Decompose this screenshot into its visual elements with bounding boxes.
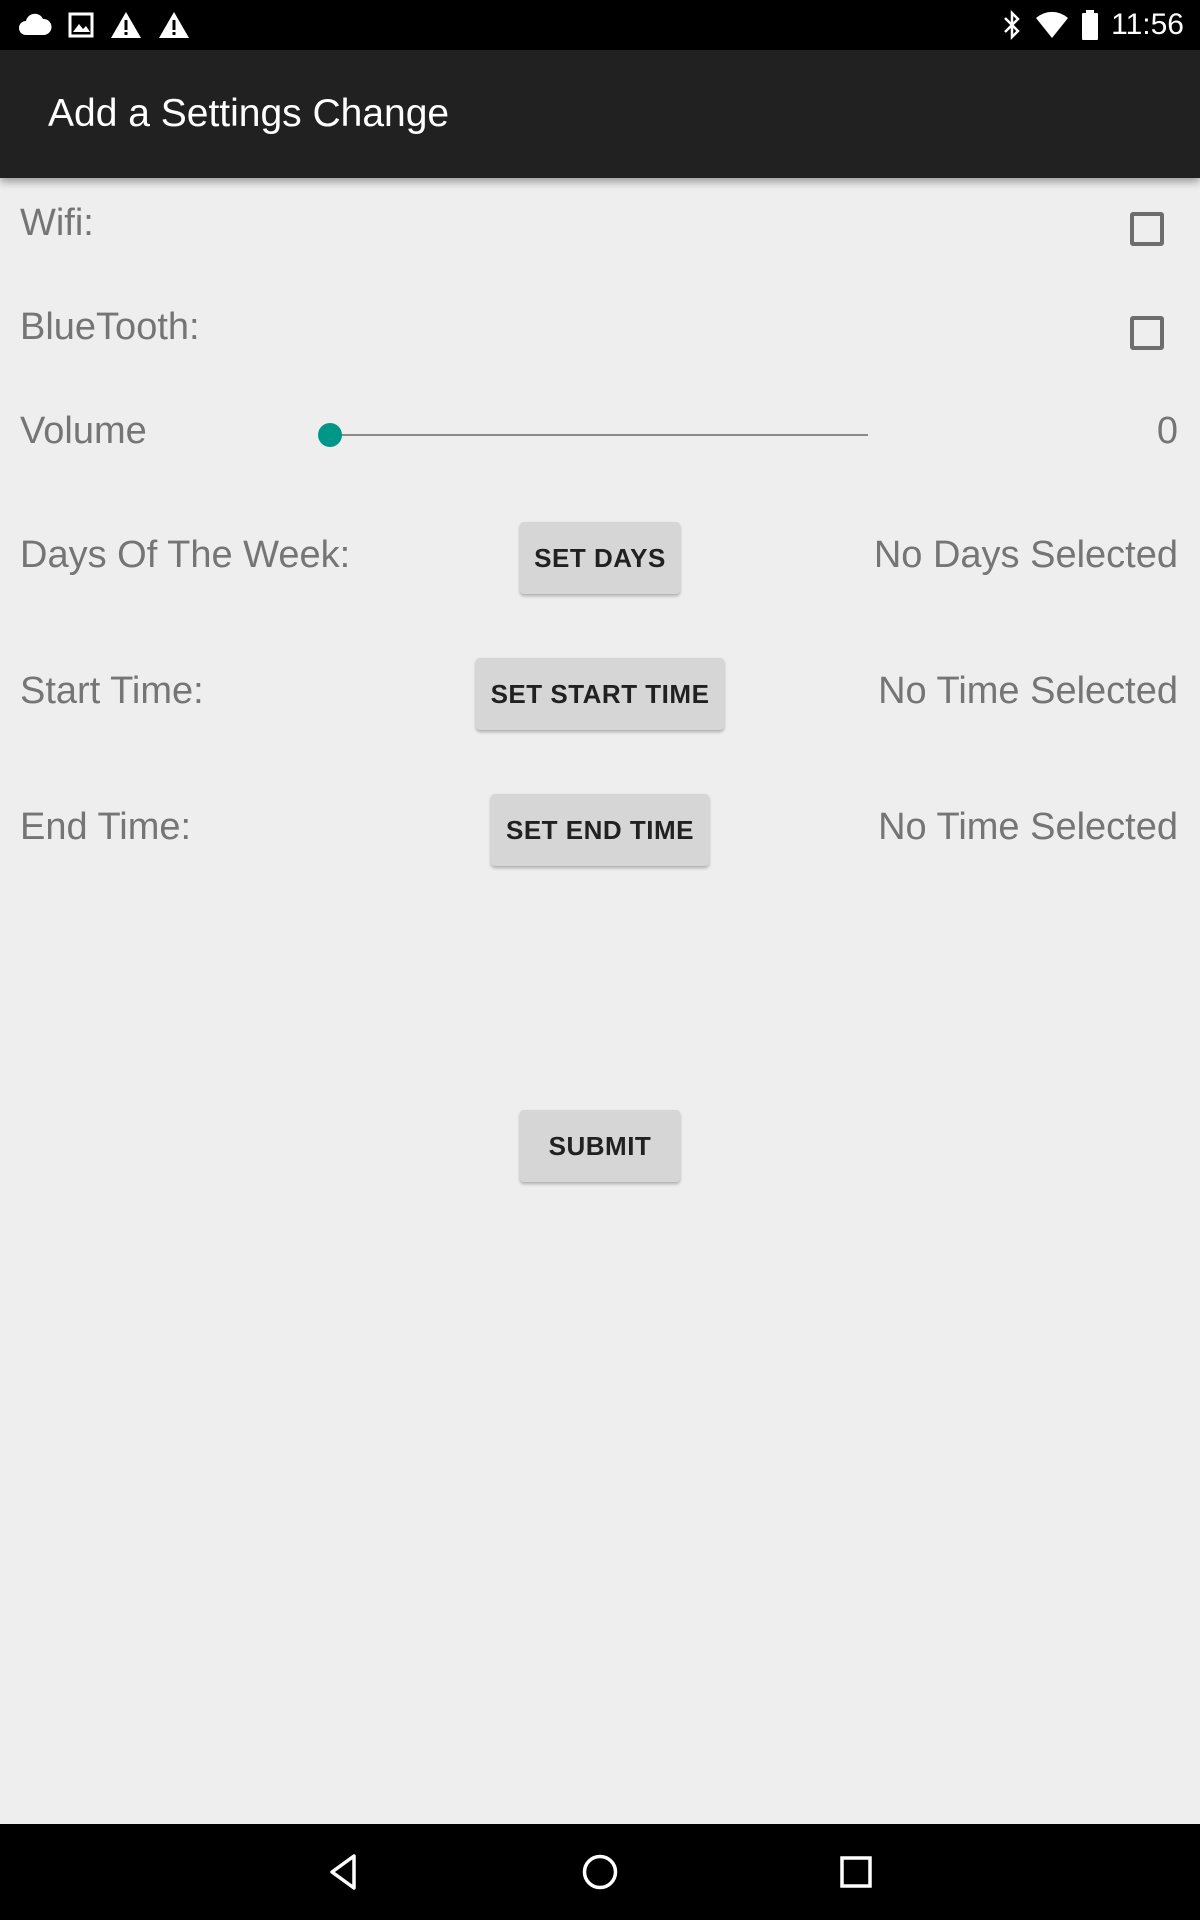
set-days-button[interactable]: SET DAYS (520, 522, 680, 594)
bluetooth-label: BlueTooth: (20, 306, 200, 348)
wifi-label: Wifi: (20, 202, 94, 244)
navigation-bar (0, 1824, 1200, 1920)
submit-button[interactable]: SUBMIT (520, 1110, 680, 1182)
settings-form: Wifi: BlueTooth: Volume 0 Days Of The We… (0, 178, 1200, 1824)
cloud-icon (18, 13, 52, 37)
end-time-label: End Time: (20, 806, 192, 848)
start-time-label: Start Time: (20, 670, 204, 712)
days-status: No Days Selected (873, 534, 1178, 576)
set-end-time-button[interactable]: SET END TIME (491, 794, 709, 866)
battery-icon (1081, 10, 1099, 40)
status-clock: 11:56 (1111, 8, 1184, 41)
status-bar: 11:56 (0, 0, 1200, 50)
days-label: Days Of The Week: (20, 534, 351, 576)
bluetooth-icon (1001, 10, 1023, 40)
end-time-status: No Time Selected (878, 806, 1178, 848)
set-start-time-button[interactable]: SET START TIME (476, 658, 724, 730)
wifi-icon (1035, 11, 1069, 39)
wifi-checkbox[interactable] (1130, 212, 1164, 246)
start-time-status: No Time Selected (878, 670, 1178, 712)
recents-icon[interactable] (826, 1842, 886, 1902)
volume-value: 0 (1156, 410, 1178, 452)
image-icon (68, 12, 94, 38)
slider-thumb[interactable] (318, 423, 342, 447)
page-title: Add a Settings Change (48, 92, 450, 135)
volume-label: Volume (20, 410, 147, 452)
volume-slider[interactable] (318, 415, 868, 455)
warning-icon (158, 11, 190, 39)
home-icon[interactable] (570, 1842, 630, 1902)
slider-track (330, 434, 868, 436)
bluetooth-checkbox[interactable] (1130, 316, 1164, 350)
back-icon[interactable] (314, 1842, 374, 1902)
app-bar: Add a Settings Change (0, 50, 1200, 178)
warning-icon (110, 11, 142, 39)
